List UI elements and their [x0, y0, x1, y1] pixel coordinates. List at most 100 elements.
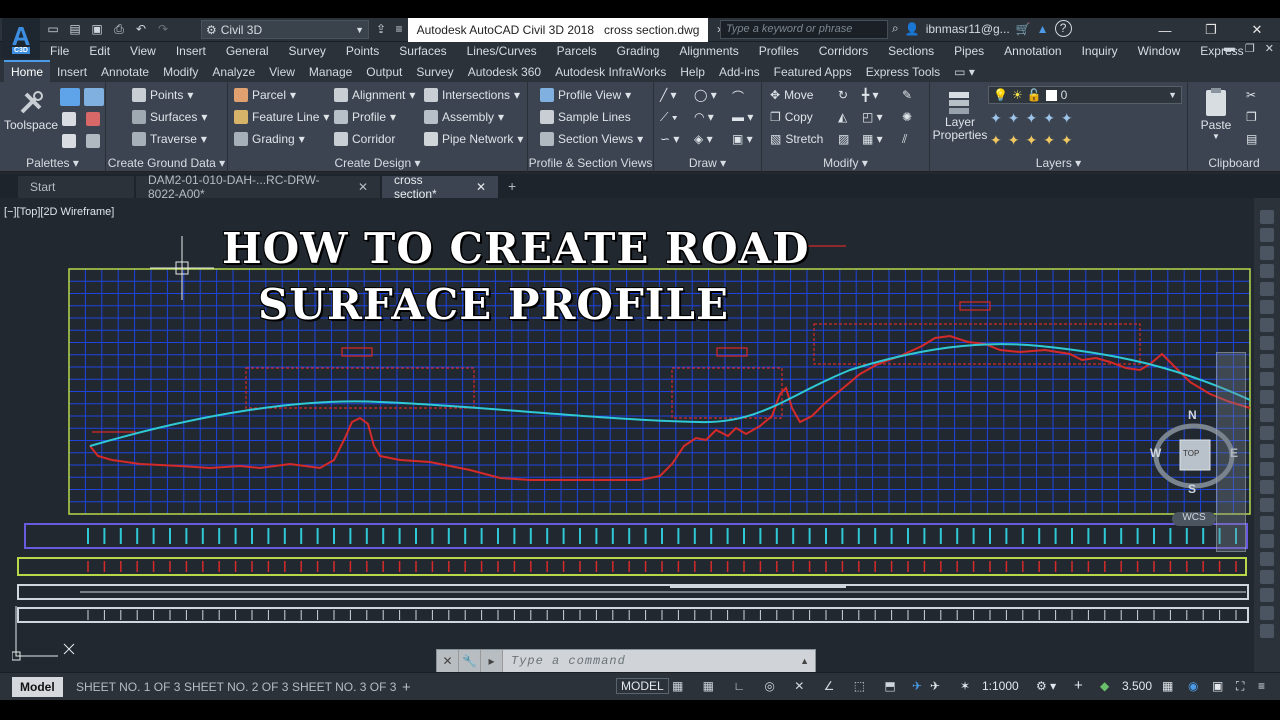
corridor-button[interactable]: Corridor	[334, 132, 395, 146]
help-icon[interactable]: ?	[1054, 20, 1072, 37]
menu-item[interactable]: Parcels	[547, 44, 607, 58]
palette-tool-icon[interactable]	[1260, 390, 1274, 404]
properties-icon[interactable]	[62, 112, 76, 126]
annotation-scale-icon[interactable]: ✈	[912, 679, 922, 693]
chevron-up-icon[interactable]: ▲	[794, 656, 815, 666]
create-design-title[interactable]: Create Design ▾	[228, 156, 527, 170]
modify-panel-title[interactable]: Modify ▾	[762, 156, 929, 170]
profile-view-button[interactable]: Profile View ▾	[540, 88, 631, 102]
palette-tool-icon[interactable]	[1260, 462, 1274, 476]
menu-item[interactable]: Corridors	[809, 44, 878, 58]
doc-tab-cross-section[interactable]: cross section* ✕	[382, 173, 498, 201]
rectangle-icon[interactable]: ▬ ▾	[732, 110, 753, 124]
workspace-gear-icon[interactable]: ⚙ ▾	[1036, 679, 1056, 693]
palette-tool-icon[interactable]	[1260, 480, 1274, 494]
traverse-button[interactable]: Traverse ▾	[132, 132, 207, 146]
palette-tool-icon[interactable]	[1260, 570, 1274, 584]
menu-item[interactable]: Survey	[279, 44, 336, 58]
parcel-button[interactable]: Parcel ▾	[234, 88, 296, 102]
profile-button[interactable]: Profile ▾	[334, 110, 396, 124]
layer-tools-row1[interactable]: ✦✦✦✦✦	[990, 110, 1079, 127]
ribbon-tab[interactable]: Add-ins	[712, 62, 767, 82]
stretch-button[interactable]: ▧ Stretch	[770, 132, 823, 146]
ribbon-tab[interactable]: Annotate	[94, 62, 156, 82]
surfaces-button[interactable]: Surfaces ▾	[132, 110, 207, 124]
close-icon[interactable]: ✕	[358, 180, 368, 194]
layout-tab-model[interactable]: Model	[12, 677, 63, 697]
fillet-icon[interactable]: ◰ ▾	[862, 110, 883, 124]
isolate-icon[interactable]: ◉	[1188, 679, 1198, 693]
copy-button[interactable]: ❐ Copy	[770, 110, 813, 124]
new-tab-icon[interactable]: +	[500, 174, 524, 198]
qat-menu-icon[interactable]: ≡	[390, 20, 408, 38]
line-icon[interactable]: ╱ ▾	[660, 88, 677, 102]
ribbon-tab[interactable]: Modify	[156, 62, 205, 82]
undo-icon[interactable]: ↶	[132, 20, 150, 38]
visibility-icon[interactable]: ✈	[930, 679, 940, 693]
menu-item[interactable]: Window	[1128, 44, 1191, 58]
ribbon-tab[interactable]: Home	[4, 60, 51, 82]
ribbon-tab[interactable]: Manage	[302, 62, 359, 82]
ribbon-tab[interactable]: Analyze	[205, 62, 262, 82]
ribbon-tab[interactable]: Featured Apps	[767, 62, 859, 82]
cut-icon[interactable]: ✂	[1246, 88, 1256, 102]
polyline-icon[interactable]: ⟋ ▾	[660, 110, 678, 125]
palette-tool-icon[interactable]	[1260, 210, 1274, 224]
close-icon[interactable]: ✕	[476, 180, 486, 194]
palette-tool-icon[interactable]	[1260, 408, 1274, 422]
menu-item[interactable]: Alignments	[669, 44, 748, 58]
doc-close-icon[interactable]: ✕	[1265, 42, 1274, 55]
annotation-plus-icon[interactable]: +	[1074, 677, 1083, 694]
rotate-icon[interactable]: ↻	[838, 88, 848, 102]
close-icon[interactable]: ✕	[1234, 18, 1280, 42]
palette-tool-icon[interactable]	[1260, 318, 1274, 332]
palette-tool-icon[interactable]	[1260, 354, 1274, 368]
section-views-button[interactable]: Section Views ▾	[540, 132, 643, 146]
menu-item[interactable]: Surfaces	[389, 44, 456, 58]
print-icon[interactable]: ⎙	[110, 20, 128, 38]
prospector-icon[interactable]	[60, 88, 80, 106]
navigation-bar[interactable]	[1216, 352, 1246, 552]
add-layout-icon[interactable]: +	[394, 677, 419, 697]
palette-tool-icon[interactable]	[1260, 372, 1274, 386]
menu-item[interactable]: Annotation	[994, 44, 1071, 58]
doc-tab-dam2[interactable]: DAM2-01-010-DAH-...RC-DRW-8022-A00* ✕	[136, 173, 380, 201]
palette-tool-icon[interactable]	[1260, 498, 1274, 512]
minimize-icon[interactable]: —	[1142, 18, 1188, 42]
elevation-value[interactable]: 3.500	[1122, 679, 1152, 693]
palettes-panel-title[interactable]: Palettes ▾	[0, 156, 105, 170]
note-icon[interactable]	[62, 134, 76, 148]
command-prompt-icon[interactable]: ▸	[481, 650, 503, 672]
copy-clip-icon[interactable]: ❐	[1246, 110, 1257, 124]
erase-icon[interactable]: ✎	[902, 88, 912, 102]
command-input[interactable]: Type a command	[503, 654, 794, 668]
intersections-button[interactable]: Intersections ▾	[424, 88, 520, 102]
palette-tool-icon[interactable]	[1260, 264, 1274, 278]
toolspace-button[interactable]: Toolspace	[4, 88, 58, 132]
hardware-icon[interactable]: ▣	[1212, 679, 1223, 693]
layer-dropdown[interactable]: 💡 ☀ 🔓 0 ▼	[988, 86, 1182, 104]
menu-item[interactable]: Inquiry	[1072, 44, 1128, 58]
palette-tool-icon[interactable]	[1260, 606, 1274, 620]
menu-item[interactable]: Insert	[166, 44, 216, 58]
explode-icon[interactable]: ✺	[902, 110, 912, 124]
open-folder-icon[interactable]: ▤	[66, 20, 84, 38]
palette-tool-icon[interactable]	[1260, 336, 1274, 350]
drafting-toggles[interactable]: ▦ ▦ ∟ ◎ ✕ ∠ ⬚ ⬒	[672, 679, 904, 693]
pipe-network-button[interactable]: Pipe Network ▾	[424, 132, 523, 146]
spline-icon[interactable]: ∽ ▾	[660, 132, 679, 146]
circle-icon[interactable]: ◯ ▾	[694, 88, 717, 102]
wrench-icon[interactable]: 🔧	[459, 650, 481, 672]
command-line[interactable]: ✕ 🔧 ▸ Type a command ▲	[436, 649, 816, 673]
binoculars-icon[interactable]: ⌕	[892, 21, 899, 36]
palette-tool-icon[interactable]	[1260, 552, 1274, 566]
user-account[interactable]: ibnmasr11@g...	[926, 22, 1010, 36]
workspace-select[interactable]: ⚙ Civil 3D ▼	[201, 20, 369, 39]
array-icon[interactable]: ▦ ▾	[862, 132, 883, 146]
drawing-canvas[interactable]: [−][Top][2D Wireframe] HOW TO CREATE ROA…	[0, 198, 1254, 672]
save-icon[interactable]: ▣	[88, 20, 106, 38]
ribbon-tab[interactable]: Autodesk InfraWorks	[548, 62, 673, 82]
redo-icon[interactable]: ↷	[154, 20, 172, 38]
palette-tool-icon[interactable]	[1260, 534, 1274, 548]
menu-item[interactable]: Grading	[607, 44, 670, 58]
